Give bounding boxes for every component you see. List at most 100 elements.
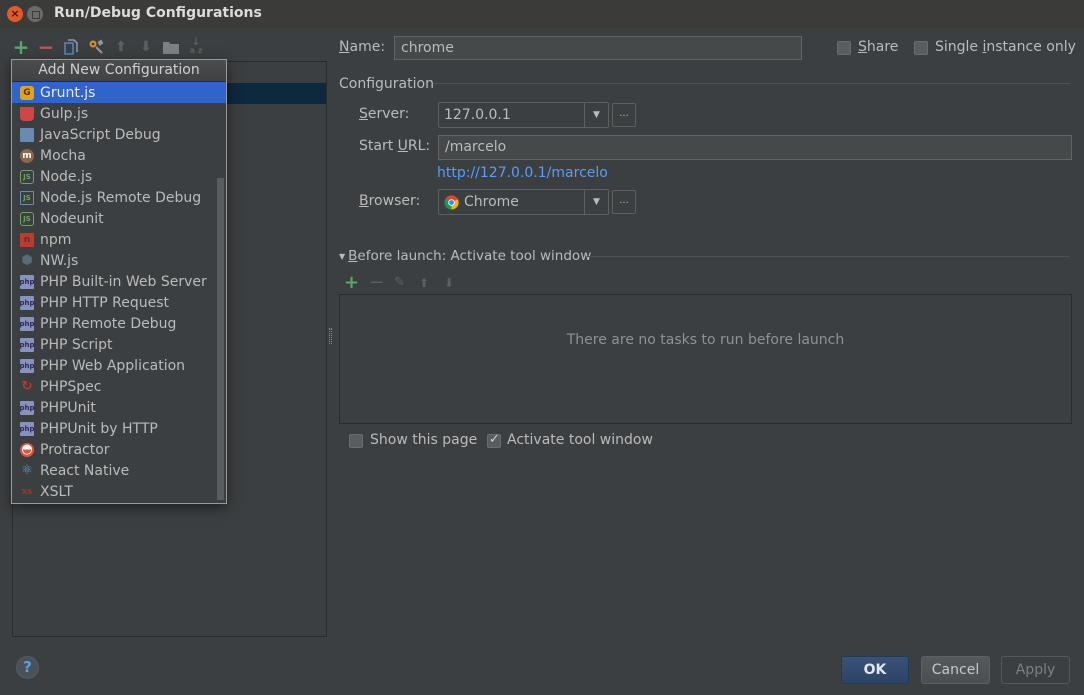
copy-icon[interactable] — [63, 39, 79, 55]
grunt-icon: G — [20, 85, 34, 100]
php-builtin-server-icon: php — [20, 274, 35, 289]
window-title: Run/Debug Configurations — [54, 5, 262, 21]
single-instance-label: Single instance only — [935, 39, 1076, 55]
share-checkbox[interactable] — [837, 41, 851, 55]
popup-item-phpunit[interactable]: php PHPUnit — [12, 397, 226, 418]
popup-item-node-js[interactable]: JS Node.js — [12, 166, 226, 187]
nodejs-icon: JS — [20, 169, 34, 184]
splitter-handle[interactable] — [329, 328, 332, 344]
popup-item-npm[interactable]: n npm — [12, 229, 226, 250]
popup-item-react-native[interactable]: ⚛ React Native — [12, 460, 226, 481]
phpunit-icon: php — [20, 400, 35, 415]
start-url-label: Start URL: — [359, 138, 431, 154]
gulp-icon — [20, 106, 34, 121]
before-launch-divider — [587, 256, 1069, 257]
popup-item-php-http-request[interactable]: php PHP HTTP Request — [12, 292, 226, 313]
name-input[interactable]: chrome — [394, 36, 802, 60]
popup-item-label: Gulp.js — [40, 105, 89, 122]
popup-item-javascript-debug[interactable]: JavaScript Debug — [12, 124, 226, 145]
close-window-button[interactable]: × — [7, 6, 23, 22]
browser-combo[interactable]: Chrome ▼ — [438, 189, 609, 215]
server-browse-button[interactable]: ... — [612, 103, 636, 127]
folder-icon[interactable] — [163, 39, 179, 55]
activate-tool-window-label: Activate tool window — [507, 432, 653, 448]
before-launch-title[interactable]: ▼ Before launch: Activate tool window — [339, 248, 591, 264]
move-up-icon[interactable]: ⬆ — [113, 39, 129, 55]
move-task-down-icon[interactable]: ⬇ — [444, 276, 458, 290]
popup-item-label: Nodeunit — [40, 210, 104, 227]
popup-item-phpunit-by-http[interactable]: php PHPUnit by HTTP — [12, 418, 226, 439]
popup-item-label: npm — [40, 231, 72, 248]
add-task-icon[interactable]: + — [344, 272, 359, 293]
popup-item-grunt-js[interactable]: G Grunt.js — [12, 82, 226, 103]
help-button[interactable]: ? — [16, 656, 39, 679]
popup-item-label: Grunt.js — [40, 84, 96, 101]
server-label: Server: — [359, 106, 410, 122]
before-launch-toolbar: + − ✎ ⬆ ⬇ — [344, 272, 458, 293]
single-instance-checkbox[interactable] — [914, 41, 928, 55]
add-icon[interactable]: + — [13, 35, 30, 59]
phpunit-http-icon: php — [20, 421, 35, 436]
browser-browse-button[interactable]: ... — [612, 190, 636, 214]
collapse-triangle-icon: ▼ — [339, 251, 346, 261]
title-bar: × Run/Debug Configurations — [0, 0, 1084, 28]
move-task-up-icon[interactable]: ⬆ — [419, 276, 433, 290]
name-label: Name: — [339, 39, 386, 55]
popup-item-gulp-js[interactable]: Gulp.js — [12, 103, 226, 124]
popup-item-label: PHP Remote Debug — [40, 315, 177, 332]
chrome-icon — [444, 194, 459, 210]
edit-defaults-icon[interactable] — [88, 39, 104, 55]
php-http-request-icon: php — [20, 295, 35, 310]
protractor-icon: ◓ — [20, 442, 34, 457]
popup-item-mocha[interactable]: m Mocha — [12, 145, 226, 166]
popup-item-nw-js[interactable]: ⬢ NW.js — [12, 250, 226, 271]
show-this-page-checkbox[interactable] — [349, 434, 363, 448]
share-label: Share — [858, 39, 899, 55]
popup-item-label: PHPSpec — [40, 378, 102, 395]
activate-tool-window-checkbox[interactable] — [487, 432, 501, 448]
chevron-down-icon[interactable]: ▼ — [584, 103, 608, 127]
empty-tasks-message: There are no tasks to run before launch — [566, 332, 845, 348]
nodejs-remote-debug-icon: JS — [20, 190, 34, 205]
move-down-icon[interactable]: ⬇ — [138, 39, 154, 55]
popup-item-php-remote-debug[interactable]: php PHP Remote Debug — [12, 313, 226, 334]
popup-item-node-js-remote-debug[interactable]: JS Node.js Remote Debug — [12, 187, 226, 208]
popup-item-label: PHP HTTP Request — [40, 294, 170, 311]
server-combo[interactable]: 127.0.0.1 ▼ — [438, 102, 609, 128]
popup-item-label: Mocha — [40, 147, 86, 164]
popup-item-label: Protractor — [40, 441, 110, 458]
add-configuration-popup: Add New Configuration G Grunt.js Gulp.js Ja… — [11, 59, 227, 504]
tree-selected-row[interactable] — [226, 83, 326, 104]
popup-item-php-script[interactable]: php PHP Script — [12, 334, 226, 355]
configuration-section-title: Configuration — [339, 76, 434, 92]
popup-item-xslt[interactable]: XS XSLT — [12, 481, 226, 502]
popup-item-label: XSLT — [40, 483, 73, 500]
popup-list: G Grunt.js Gulp.js JavaScript Debug m Mocha JS… — [12, 82, 226, 502]
popup-item-nodeunit[interactable]: JS Nodeunit — [12, 208, 226, 229]
remove-task-icon[interactable]: − — [369, 272, 384, 293]
apply-button[interactable]: Apply — [1001, 656, 1070, 684]
react-native-icon: ⚛ — [21, 463, 33, 478]
popup-item-protractor[interactable]: ◓ Protractor — [12, 439, 226, 460]
sort-icon[interactable]: ↓ a z — [188, 38, 204, 55]
configuration-divider — [433, 83, 1070, 84]
mocha-icon: m — [20, 148, 34, 163]
ok-button[interactable]: OK — [841, 656, 909, 684]
popup-header: Add New Configuration — [12, 60, 226, 82]
remove-icon[interactable]: − — [38, 35, 55, 59]
popup-item-php-web-application[interactable]: php PHP Web Application — [12, 355, 226, 376]
server-value: 127.0.0.1 — [444, 107, 511, 123]
start-url-input[interactable]: /marcelo — [438, 135, 1072, 160]
resolved-url-link[interactable]: http://127.0.0.1/marcelo — [437, 165, 608, 181]
xslt-icon: XS — [21, 487, 33, 496]
maximize-window-button[interactable] — [27, 6, 43, 22]
cancel-button[interactable]: Cancel — [921, 656, 990, 684]
popup-item-php-built-in-web-server[interactable]: php PHP Built-in Web Server — [12, 271, 226, 292]
chevron-down-icon[interactable]: ▼ — [584, 190, 608, 214]
phpspec-icon: ↻ — [21, 379, 33, 394]
popup-item-phpspec[interactable]: ↻ PHPSpec — [12, 376, 226, 397]
popup-item-label: PHPUnit by HTTP — [40, 420, 158, 437]
edit-task-icon[interactable]: ✎ — [394, 275, 408, 290]
popup-scrollbar[interactable] — [217, 178, 224, 500]
before-launch-task-list[interactable]: There are no tasks to run before launch — [339, 294, 1072, 424]
